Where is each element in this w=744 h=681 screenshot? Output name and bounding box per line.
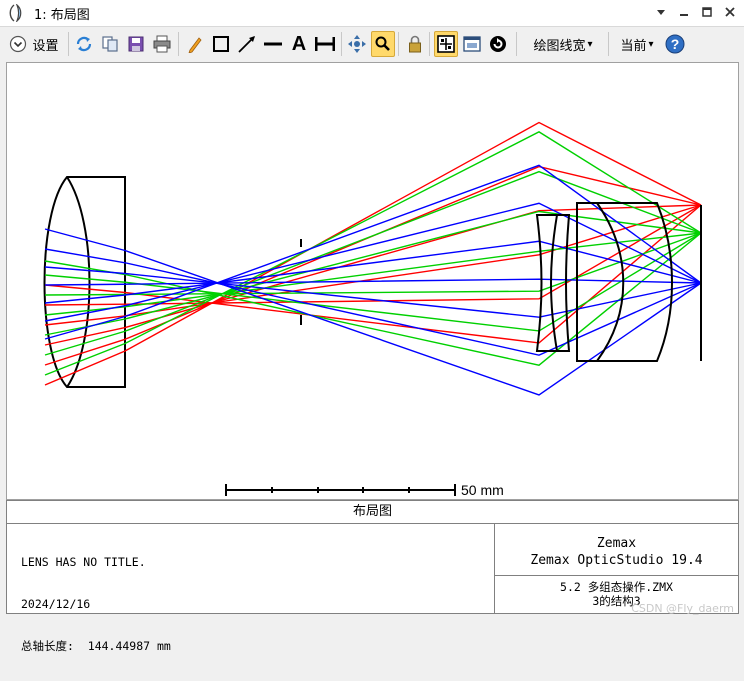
zoom-icon [375, 36, 390, 51]
svg-text:?: ? [671, 36, 680, 52]
settings-button[interactable]: 设置 [6, 31, 62, 57]
front-lens-inner-surface [66, 176, 91, 388]
print-button[interactable] [150, 31, 174, 57]
pan-button[interactable] [345, 31, 369, 57]
help-button[interactable]: ? [663, 31, 687, 57]
ray-line [44, 232, 702, 332]
window-titlebar: 1: 布局图 [0, 0, 744, 27]
minimize-icon [679, 14, 688, 16]
settings-label: 设置 [32, 38, 59, 54]
toolbar-separator [516, 32, 517, 56]
layout-canvas[interactable]: 50 mm [6, 62, 739, 500]
current-dropdown[interactable]: 当前 ▾ [612, 31, 662, 57]
scale-bar [225, 484, 456, 496]
window-menu-button[interactable] [652, 3, 669, 21]
chevron-down-icon [656, 10, 665, 15]
save-button[interactable] [124, 31, 148, 57]
label-box: 布局图 LENS HAS NO TITLE. 2024/12/16 总轴长度: … [6, 500, 739, 653]
label-box-divider [494, 575, 738, 576]
date-line: 2024/12/16 [21, 597, 91, 611]
total-track-line: 总轴长度: 144.44987 mm [21, 639, 171, 653]
refresh-button[interactable] [72, 31, 96, 57]
ray-line [44, 204, 702, 326]
toolbar-separator [398, 32, 399, 56]
refresh-icon [76, 36, 92, 52]
ray-line [44, 232, 702, 316]
save-icon [128, 36, 144, 52]
ray-line [44, 131, 702, 376]
watermark: CSDN @Fly_daerm [631, 602, 734, 615]
line-width-dropdown[interactable]: 绘图线宽 ▾ [523, 31, 603, 57]
help-icon: ? [665, 34, 685, 54]
line-icon [264, 42, 282, 46]
copy-icon [102, 36, 118, 52]
toolbar-separator [68, 32, 69, 56]
print-icon [153, 35, 171, 53]
rectangle-icon [213, 36, 229, 52]
toolbar-separator [178, 32, 179, 56]
dimension-icon [315, 37, 335, 51]
maximize-button[interactable] [698, 3, 715, 21]
text-tool-button[interactable]: A [287, 31, 311, 57]
minimize-button[interactable] [675, 3, 692, 21]
ray-line [44, 278, 702, 286]
window-layout-button[interactable] [460, 31, 484, 57]
maximize-icon [701, 7, 712, 17]
lens-info: LENS HAS NO TITLE. 2024/12/16 总轴长度: 144.… [21, 527, 171, 681]
toolbar-separator [429, 32, 430, 56]
pencil-tool-button[interactable] [183, 31, 207, 57]
toolbar-separator [341, 32, 342, 56]
power-refresh-icon [490, 36, 506, 52]
scale-bar-label: 50 mm [461, 482, 504, 498]
toolbar-separator [608, 32, 609, 56]
lens-title-line: LENS HAS NO TITLE. [21, 555, 146, 569]
window-title: 1: 布局图 [34, 7, 90, 23]
toolbar: 设置 A 绘图线宽 ▾ 当前 ▾ ? [0, 27, 744, 61]
dimension-tool-button[interactable] [313, 31, 337, 57]
text-tool-glyph: A [291, 32, 307, 55]
lock-icon [409, 35, 421, 53]
lens-layout-drawing: 50 mm [43, 121, 702, 498]
chevron-down-icon: ▾ [648, 38, 654, 50]
chevron-circle-down-icon [10, 35, 27, 53]
line-tool-button[interactable] [261, 31, 285, 57]
pan-icon [348, 35, 366, 53]
label-box-header: 布局图 [7, 501, 738, 524]
zoom-button[interactable] [371, 31, 395, 57]
product-name: Zemax OpticStudio 19.4 [530, 553, 703, 568]
auto-update-button[interactable] [486, 31, 510, 57]
ray-line [44, 121, 702, 386]
zemax-app-icon [9, 4, 22, 22]
company-name: Zemax [596, 536, 637, 551]
lock-button[interactable] [403, 31, 427, 57]
close-icon [724, 7, 735, 17]
software-info: Zemax Zemax OpticStudio 19.4 [495, 535, 738, 569]
chevron-down-icon: ▾ [587, 38, 593, 50]
close-button[interactable] [721, 3, 738, 21]
grid-frame-icon [437, 35, 455, 53]
file-name: 5.2 多组态操作.ZMX [560, 580, 673, 594]
rectangle-tool-button[interactable] [209, 31, 233, 57]
ray-line [44, 248, 702, 356]
arrow-tool-button[interactable] [235, 31, 259, 57]
rear-lens-element-1 [535, 214, 559, 352]
window-layout-icon [463, 36, 481, 52]
grid-frame-button[interactable] [434, 31, 458, 57]
copy-button[interactable] [98, 31, 122, 57]
current-label: 当前 [620, 38, 647, 54]
line-width-label: 绘图线宽 [533, 38, 586, 54]
arrow-line-icon [238, 36, 255, 53]
pencil-icon [188, 37, 202, 53]
ray-line [44, 232, 702, 296]
